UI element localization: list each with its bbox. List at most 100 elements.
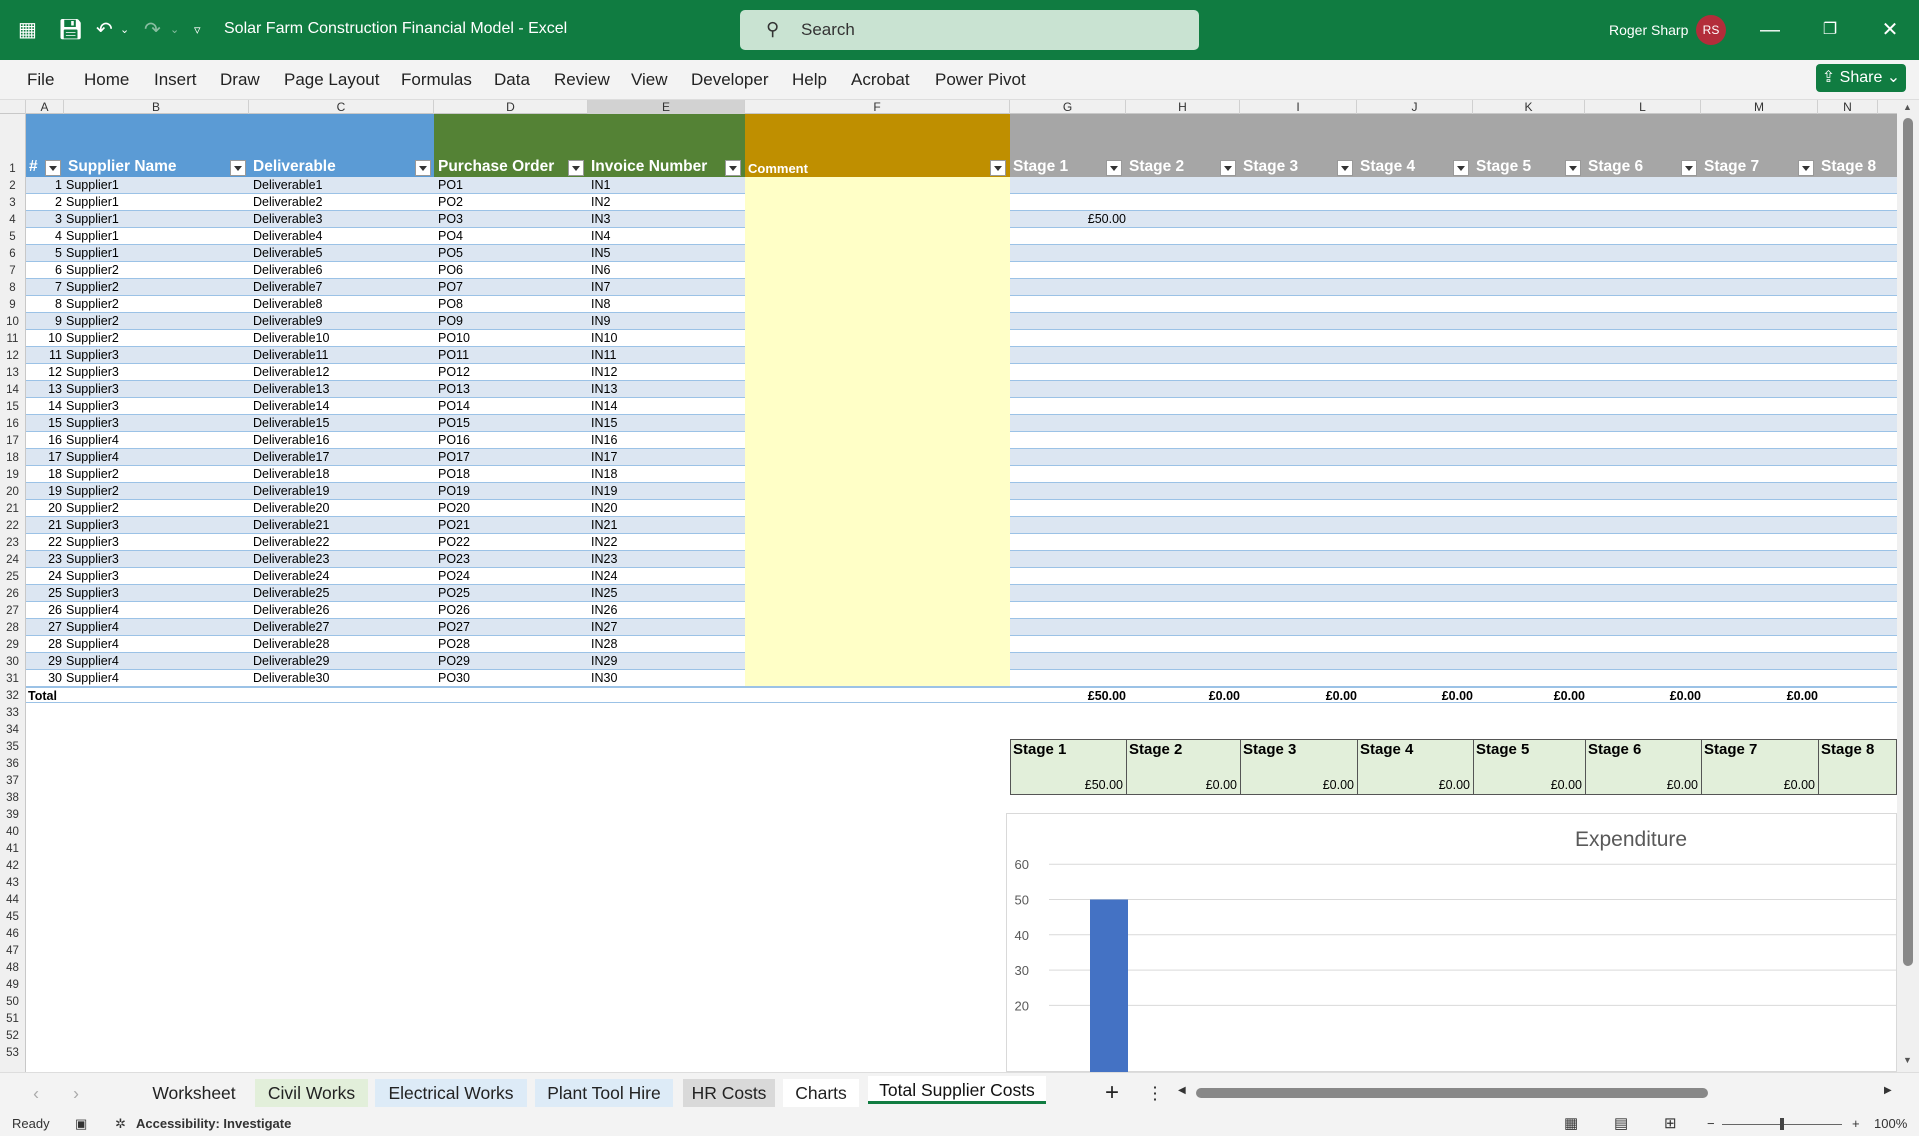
invoice-number-cell[interactable]: IN25 (591, 586, 745, 601)
filter-dropdown-icon[interactable] (45, 160, 61, 176)
filter-dropdown-icon[interactable] (568, 160, 584, 176)
row-header[interactable]: 20 (0, 486, 25, 500)
supplier-name-cell[interactable]: Supplier2 (66, 467, 251, 482)
invoice-number-cell[interactable]: IN26 (591, 603, 745, 618)
avatar[interactable]: RS (1696, 15, 1726, 45)
redo-dropdown-icon[interactable]: ⌄ (170, 18, 179, 42)
row-number-cell[interactable]: 14 (26, 399, 62, 414)
row-header[interactable]: 32 (0, 690, 25, 704)
purchase-order-cell[interactable]: PO21 (438, 518, 592, 533)
row-header[interactable]: 41 (0, 843, 25, 857)
row-header[interactable]: 4 (0, 214, 25, 228)
supplier-name-cell[interactable]: Supplier2 (66, 484, 251, 499)
row-header[interactable]: 23 (0, 537, 25, 551)
undo-icon[interactable]: ↶ (96, 18, 113, 42)
deliverable-cell[interactable]: Deliverable28 (253, 637, 438, 652)
column-header[interactable]: I (1240, 100, 1357, 114)
summary-stage-value[interactable]: £0.00 (1126, 778, 1237, 793)
deliverable-cell[interactable]: Deliverable7 (253, 280, 438, 295)
row-header[interactable]: 42 (0, 860, 25, 874)
row-header[interactable]: 10 (0, 316, 25, 330)
deliverable-cell[interactable]: Deliverable6 (253, 263, 438, 278)
supplier-name-cell[interactable]: Supplier1 (66, 178, 251, 193)
deliverable-cell[interactable]: Deliverable13 (253, 382, 438, 397)
invoice-number-cell[interactable]: IN24 (591, 569, 745, 584)
row-header[interactable]: 22 (0, 520, 25, 534)
deliverable-cell[interactable]: Deliverable23 (253, 552, 438, 567)
invoice-number-cell[interactable]: IN28 (591, 637, 745, 652)
row-number-cell[interactable]: 12 (26, 365, 62, 380)
comment-cell[interactable] (745, 228, 1010, 245)
filter-dropdown-icon[interactable] (1453, 160, 1469, 176)
deliverable-cell[interactable]: Deliverable10 (253, 331, 438, 346)
summary-stage-value[interactable]: £0.00 (1701, 778, 1815, 793)
row-number-cell[interactable]: 11 (26, 348, 62, 363)
summary-stage-value[interactable]: £0.00 (1585, 778, 1698, 793)
invoice-number-cell[interactable]: IN1 (591, 178, 745, 193)
row-header[interactable]: 8 (0, 282, 25, 296)
row-header[interactable]: 30 (0, 656, 25, 670)
purchase-order-cell[interactable]: PO11 (438, 348, 592, 363)
purchase-order-cell[interactable]: PO4 (438, 229, 592, 244)
invoice-number-cell[interactable]: IN3 (591, 212, 745, 227)
search-box[interactable]: ⚲ Search (740, 10, 1199, 50)
row-header[interactable]: 45 (0, 911, 25, 925)
invoice-number-cell[interactable]: IN10 (591, 331, 745, 346)
deliverable-cell[interactable]: Deliverable24 (253, 569, 438, 584)
purchase-order-cell[interactable]: PO1 (438, 178, 592, 193)
row-header[interactable]: 5 (0, 231, 25, 245)
purchase-order-cell[interactable]: PO9 (438, 314, 592, 329)
comment-cell[interactable] (745, 313, 1010, 330)
scroll-right-icon[interactable]: ▶ (1884, 1085, 1892, 1096)
filter-dropdown-icon[interactable] (1681, 160, 1697, 176)
supplier-name-cell[interactable]: Supplier2 (66, 280, 251, 295)
invoice-number-cell[interactable]: IN14 (591, 399, 745, 414)
invoice-number-cell[interactable]: IN15 (591, 416, 745, 431)
filter-dropdown-icon[interactable] (1798, 160, 1814, 176)
supplier-name-cell[interactable]: Supplier4 (66, 620, 251, 635)
next-sheet-icon[interactable]: › (66, 1079, 86, 1107)
comment-cell[interactable] (745, 381, 1010, 398)
deliverable-cell[interactable]: Deliverable1 (253, 178, 438, 193)
supplier-name-cell[interactable]: Supplier4 (66, 433, 251, 448)
filter-dropdown-icon[interactable] (1220, 160, 1236, 176)
summary-stage-label[interactable]: Stage 2 (1129, 742, 1182, 757)
scroll-left-icon[interactable]: ◀ (1178, 1085, 1186, 1096)
invoice-number-cell[interactable]: IN13 (591, 382, 745, 397)
comment-cell[interactable] (745, 177, 1010, 194)
comment-cell[interactable] (745, 483, 1010, 500)
macro-recording-icon[interactable]: ▣ (75, 1116, 87, 1132)
tab-insert[interactable]: Insert (154, 70, 197, 90)
vertical-scrollbar[interactable]: ▲ ▼ (1897, 100, 1919, 1072)
undo-dropdown-icon[interactable]: ⌄ (120, 18, 129, 42)
comment-cell[interactable] (745, 636, 1010, 653)
row-header[interactable]: 16 (0, 418, 25, 432)
column-header[interactable]: E (588, 100, 745, 114)
row-header[interactable]: 9 (0, 299, 25, 313)
purchase-order-cell[interactable]: PO19 (438, 484, 592, 499)
invoice-number-cell[interactable]: IN18 (591, 467, 745, 482)
purchase-order-cell[interactable]: PO15 (438, 416, 592, 431)
comment-cell[interactable] (745, 602, 1010, 619)
tab-review[interactable]: Review (554, 70, 610, 90)
tab-home[interactable]: Home (84, 70, 129, 90)
comment-cell[interactable] (745, 245, 1010, 262)
deliverable-cell[interactable]: Deliverable29 (253, 654, 438, 669)
invoice-number-cell[interactable]: IN17 (591, 450, 745, 465)
minimize-icon[interactable]: — (1755, 16, 1785, 44)
supplier-name-cell[interactable]: Supplier4 (66, 637, 251, 652)
row-number-cell[interactable]: 19 (26, 484, 62, 499)
tab-power-pivot[interactable]: Power Pivot (935, 70, 1026, 90)
purchase-order-cell[interactable]: PO22 (438, 535, 592, 550)
row-number-cell[interactable]: 29 (26, 654, 62, 669)
purchase-order-cell[interactable]: PO18 (438, 467, 592, 482)
comment-cell[interactable] (745, 211, 1010, 228)
total-label[interactable]: Total (28, 689, 57, 704)
row-number-cell[interactable]: 27 (26, 620, 62, 635)
row-header[interactable]: 48 (0, 962, 25, 976)
total-stage-6[interactable]: £0.00 (1585, 689, 1701, 704)
invoice-number-cell[interactable]: IN12 (591, 365, 745, 380)
filter-dropdown-icon[interactable] (230, 160, 246, 176)
zoom-slider-thumb[interactable] (1780, 1118, 1784, 1130)
row-header[interactable]: 35 (0, 741, 25, 755)
